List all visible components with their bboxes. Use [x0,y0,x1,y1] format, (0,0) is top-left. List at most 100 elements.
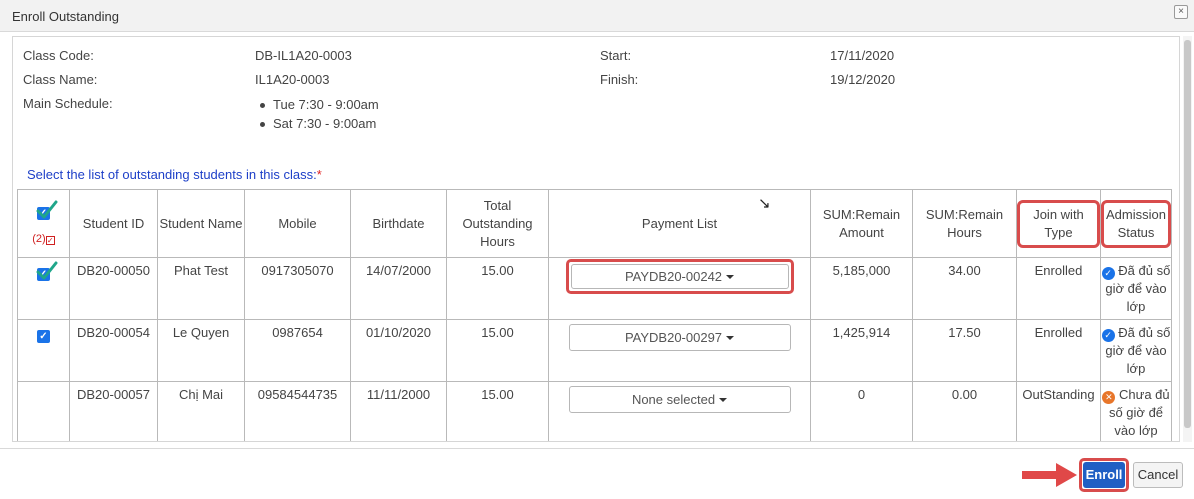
cell-student-name: Phat Test [157,257,245,320]
header-admission-status: Admission Status [1100,189,1172,258]
row-checkbox[interactable]: ✓ [31,261,57,288]
check-circle-icon: ✓ [1101,267,1115,280]
dialog-header: Enroll Outstanding × [0,0,1194,32]
cell-join-type: OutStanding [1016,381,1101,441]
caret-down-icon [726,336,735,340]
x-circle-icon: ✕ [1102,391,1116,404]
table-row: ✓ DB20-00054 Le Quyen 0987654 01/10/2020… [17,319,1172,382]
checkbox-checked-icon[interactable]: ✓ [37,330,50,343]
payment-dropdown[interactable]: None selected [568,386,791,413]
start-value: 17/11/2020 [830,48,895,63]
table-header-row: ✓ (2)✓ Student ID Student Name Mobile Bi… [17,189,1172,258]
cell-birthdate: 14/07/2000 [350,257,447,320]
dialog-footer: Enroll Cancel [0,448,1194,499]
admission-status: ✓ Đã đủ số giờ để vào lớp [1101,324,1171,378]
cancel-button[interactable]: Cancel [1133,462,1183,488]
required-mark: * [316,167,322,182]
header-birthdate: Birthdate [350,189,447,258]
header-join-type: Join with Type [1016,189,1101,258]
select-all-header[interactable]: ✓ (2)✓ [17,189,70,258]
selected-count-text: (2) [32,233,46,245]
admission-status-text: Đã đủ số giờ để vào lớp [1105,325,1171,376]
class-info-panel: Class Code: DB-IL1A20-0003 Class Name: I… [12,36,1180,442]
cell-total-hours: 15.00 [446,381,549,441]
dialog-title: Enroll Outstanding [12,9,119,24]
payment-dropdown-value: PAYDB20-00242 [624,269,723,284]
mini-checkbox-icon: ✓ [45,236,55,245]
cell-payment: PAYDB20-00297 [548,319,811,382]
schedule-item: Sat 7:30 - 9:00am [257,114,379,133]
mouse-cursor-icon: ↘ [758,195,771,212]
cell-student-id: DB20-00050 [69,257,158,320]
admission-status-text: Chưa đủ số giờ để vào lớp [1108,387,1170,438]
join-type-highlight: Join with Type [1017,199,1100,248]
payment-dropdown[interactable]: PAYDB20-00297 [568,324,791,351]
finish-label: Finish: [600,72,639,87]
header-student-name: Student Name [157,189,245,258]
select-students-text: Select the list of outstanding students … [27,167,317,182]
close-icon[interactable]: × [1174,5,1188,19]
class-name-label: Class Name: [23,72,98,87]
admission-status: ✓ Đã đủ số giờ để vào lớp [1101,262,1171,316]
students-table: ✓ (2)✓ Student ID Student Name Mobile Bi… [17,189,1172,441]
main-schedule-label: Main Schedule: [23,96,113,111]
red-arrow-icon [1022,463,1077,487]
cell-join-type: Enrolled [1016,319,1101,382]
cell-remain-amount: 1,425,914 [810,319,913,382]
header-mobile: Mobile [244,189,351,258]
cell-birthdate: 11/11/2000 [350,381,447,441]
cell-remain-amount: 5,185,000 [810,257,913,320]
start-label: Start: [600,48,632,63]
cell-mobile: 09584544735 [244,381,351,441]
schedule-item: Tue 7:30 - 9:00am [257,95,379,114]
payment-dropdown-value: None selected [631,392,716,407]
cell-student-name: Chị Mai [157,381,245,441]
table-row: ✓ DB20-00050 Phat Test 0917305070 14/07/… [17,257,1172,320]
select-students-prompt: Select the list of outstanding students … [27,167,322,182]
cell-total-hours: 15.00 [446,257,549,320]
check-circle-icon: ✓ [1101,329,1115,342]
cell-remain-hours: 34.00 [912,257,1017,320]
cell-student-name: Le Quyen [157,319,245,382]
row-select-cell [17,381,70,441]
teal-tick-icon [36,261,57,280]
cell-remain-hours: 0.00 [912,381,1017,441]
class-name-value: IL1A20-0003 [255,72,330,87]
admission-status-highlight: Admission Status [1101,199,1171,248]
cell-join-type: Enrolled [1016,257,1101,320]
cell-admission-status: ✓ Đã đủ số giờ để vào lớp [1100,319,1172,382]
header-remain-amount: SUM:Remain Amount [810,189,913,258]
row-select-cell[interactable]: ✓ [17,257,70,320]
cell-payment: PAYDB20-00242 [548,257,811,320]
row-select-cell[interactable]: ✓ [17,319,70,382]
caret-down-icon [719,398,728,402]
cell-student-id: DB20-00057 [69,381,158,441]
admission-status-text: Đã đủ số giờ để vào lớp [1105,263,1171,314]
header-payment-list: Payment List [548,189,811,258]
cell-remain-amount: 0 [810,381,913,441]
teal-tick-icon [36,200,57,219]
scrollbar-thumb[interactable] [1184,40,1191,428]
cell-mobile: 0917305070 [244,257,351,320]
finish-value: 19/12/2020 [830,72,896,87]
select-all-checkbox[interactable]: ✓ [31,200,57,227]
cell-birthdate: 01/10/2020 [350,319,447,382]
selected-count: (2)✓ [18,232,69,246]
header-total-hours: Total Outstanding Hours [446,189,549,258]
cell-payment: None selected [548,381,811,441]
payment-dropdown[interactable]: PAYDB20-00242 [570,264,789,289]
cell-mobile: 0987654 [244,319,351,382]
table-row: DB20-00057 Chị Mai 09584544735 11/11/200… [17,381,1172,441]
header-remain-hours: SUM:Remain Hours [912,189,1017,258]
enroll-button[interactable]: Enroll [1083,462,1125,488]
payment-highlight: PAYDB20-00242 [565,259,794,294]
cell-admission-status: ✓ Đã đủ số giờ để vào lớp [1100,257,1172,320]
class-code-label: Class Code: [23,48,94,63]
cell-admission-status: ✕ Chưa đủ số giờ để vào lớp [1100,381,1172,441]
cell-total-hours: 15.00 [446,319,549,382]
admission-status: ✕ Chưa đủ số giờ để vào lớp [1101,386,1171,440]
cell-student-id: DB20-00054 [69,319,158,382]
payment-dropdown-value: PAYDB20-00297 [624,330,723,345]
header-student-id: Student ID [69,189,158,258]
schedule-list: Tue 7:30 - 9:00am Sat 7:30 - 9:00am [257,95,379,133]
